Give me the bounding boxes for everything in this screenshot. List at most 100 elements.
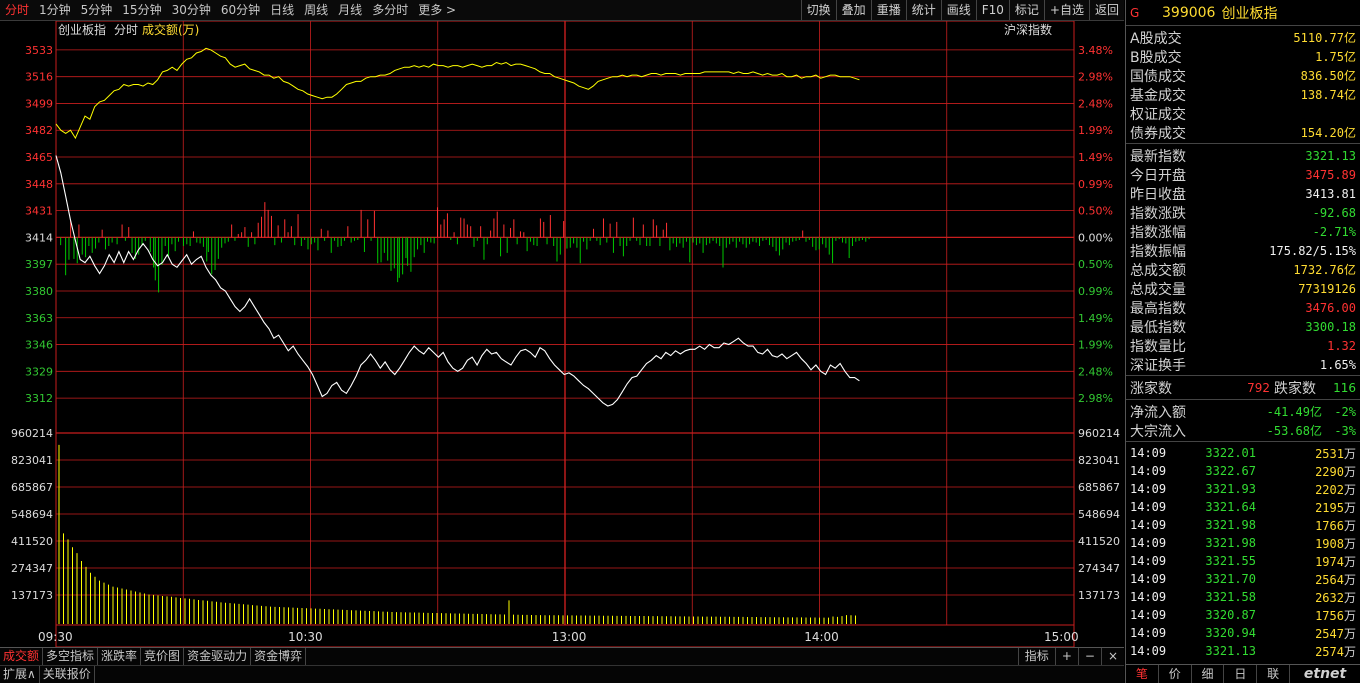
indicator-tab[interactable]: 涨跌率 (98, 648, 142, 665)
quote-panel: G 399006 创业板指 A股成交 5110.77亿 B股成交 1.75亿 国债成交 8… (1125, 0, 1360, 683)
stat-value: 175.82/5.15% (1269, 243, 1356, 258)
volume-tick-label: 685867 (11, 481, 53, 494)
turnover-value: 138.74亿 (1300, 88, 1356, 102)
tick-price: 3321.93 (1205, 482, 1256, 496)
pct-tick-label: 0.50% (1078, 205, 1113, 218)
stat-row: 总成交量 77319126 (1126, 279, 1360, 298)
tick-volume: 2632万 (1256, 589, 1356, 606)
volume-tick-label: 137173 (11, 589, 53, 602)
indicator-tab-list: 成交额 多空指标 涨跌率 竞价图 资金驱动力 资金博弈 (0, 648, 307, 665)
stat-label: 指数量比 (1130, 338, 1186, 355)
tick-time: 14:09 (1130, 518, 1167, 532)
detail-tab[interactable]: 日 (1224, 665, 1258, 683)
period-tab[interactable]: 周线 (299, 0, 333, 21)
tick-volume-value: 2195 (1315, 500, 1344, 515)
tick-volume: 1974万 (1256, 553, 1356, 570)
close-pane-button[interactable]: × (1100, 648, 1124, 665)
period-tab[interactable]: 多分时 (367, 0, 413, 21)
related-quotes-tab[interactable]: 关联报价 (40, 666, 95, 683)
time-label: 15:00 (1044, 630, 1079, 644)
tick-volume-unit: 万 (1343, 518, 1356, 533)
period-tab[interactable]: 5分钟 (76, 0, 118, 21)
toolbar-button[interactable]: F10 (975, 0, 1009, 20)
tick-row: 14:09 3321.64 2195万 (1126, 498, 1360, 516)
intraday-chart[interactable]: 3533 3.48% 3516 2.98% 3499 2.48% 3482 1.99% 3465… (0, 21, 1124, 648)
period-tab[interactable]: 60分钟 (216, 0, 265, 21)
indicator-tab[interactable]: 资金博弈 (251, 648, 307, 665)
period-tab[interactable]: 日线 (265, 0, 299, 21)
stat-value: 77319126 (1298, 281, 1356, 296)
tick-time: 14:09 (1130, 626, 1167, 640)
panel-header: G 399006 创业板指 (1126, 0, 1360, 26)
add-pane-button[interactable]: + (1054, 648, 1078, 665)
indicator-tab[interactable]: 成交额 (0, 648, 44, 665)
tick-price: 3321.55 (1205, 554, 1256, 568)
turnover-value: 154.20亿 (1300, 126, 1356, 140)
indicator-button[interactable]: 指标 (1017, 648, 1055, 665)
indicator-tab[interactable]: 竞价图 (141, 648, 185, 665)
tool-buttons: 切换 叠加 重播 统计 画线 F10 标记 +自选 返回 (800, 0, 1124, 20)
volume-tick-label: 960214 (11, 427, 53, 440)
advance-label: 涨家数 (1130, 381, 1172, 397)
detail-tab[interactable]: 价 (1159, 665, 1192, 683)
pct-tick-label: 2.98% (1078, 392, 1113, 405)
pct-tick-label: 3.48% (1078, 44, 1113, 57)
tick-price: 3320.87 (1205, 608, 1256, 622)
toolbar-button[interactable]: 返回 (1088, 0, 1124, 20)
stat-value: 3300.18 (1305, 319, 1356, 334)
toolbar-button[interactable]: 切换 (800, 0, 836, 20)
tick-list[interactable]: 14:09 3322.01 2531万 14:09 3322.67 2290万 14:09 3… (1126, 442, 1360, 660)
period-tab[interactable]: 30分钟 (167, 0, 216, 21)
tick-volume-unit: 万 (1343, 626, 1356, 641)
tick-row: 14:09 3322.01 2531万 (1126, 444, 1360, 462)
period-tab[interactable]: 1分钟 (34, 0, 76, 21)
tick-volume: 2574万 (1256, 643, 1356, 660)
tick-volume-unit: 万 (1343, 482, 1356, 497)
tick-volume: 1766万 (1256, 517, 1356, 534)
turnover-row: B股成交 1.75亿 (1126, 47, 1360, 66)
toolbar-button[interactable]: 统计 (905, 0, 941, 20)
price-tick-label: 3499 (25, 97, 53, 110)
toolbar-button[interactable]: +自选 (1043, 0, 1089, 20)
toolbar-button[interactable]: 画线 (940, 0, 976, 20)
turnover-row: A股成交 5110.77亿 (1126, 28, 1360, 47)
period-toolbar: 分时 1分钟 5分钟 15分钟 30分钟 60分钟 日线 周线 月线 多分时 更多 > 切换 叠加 重播… (0, 0, 1124, 21)
indicator-tab[interactable]: 资金驱动力 (184, 648, 252, 665)
indicator-tab[interactable]: 多空指标 (43, 648, 99, 665)
tick-volume-value: 1756 (1315, 608, 1344, 623)
shrink-pane-button[interactable]: − (1077, 648, 1101, 665)
toolbar-button[interactable]: 叠加 (835, 0, 871, 20)
volume-tick-label-right: 411520 (1078, 535, 1120, 548)
stat-value: 1732.76亿 (1293, 263, 1356, 277)
tick-row: 14:09 3321.13 2574万 (1126, 642, 1360, 660)
toolbar-button[interactable]: 标记 (1008, 0, 1044, 20)
tick-volume: 1756万 (1256, 607, 1356, 624)
expand-button[interactable]: 扩展∧ (0, 666, 40, 683)
flow-percent: -3% (1334, 423, 1356, 438)
volume-tick-label: 548694 (11, 508, 53, 521)
period-tab[interactable]: 月线 (333, 0, 367, 21)
turnover-row: 债券成交 154.20亿 (1126, 123, 1360, 142)
detail-tab[interactable]: 联 (1257, 665, 1291, 683)
market-turnover-section: A股成交 5110.77亿 B股成交 1.75亿 国债成交 836.50亿 基金成交 138.… (1126, 26, 1360, 144)
period-tab[interactable]: 更多 > (413, 0, 461, 21)
stat-label: 总成交额 (1130, 262, 1186, 279)
period-tab[interactable]: 15分钟 (117, 0, 166, 21)
stat-label: 今日开盘 (1130, 167, 1186, 184)
toolbar-button[interactable]: 重播 (870, 0, 906, 20)
stat-value: -92.68 (1312, 205, 1356, 220)
volume-tick-label-right: 548694 (1078, 508, 1120, 521)
price-tick-label: 3414 (25, 231, 53, 244)
flow-row: 大宗流入 -53.68亿 -3% (1126, 421, 1360, 440)
group-flag: G (1130, 5, 1140, 20)
period-tab[interactable]: 分时 (0, 0, 34, 21)
indicator-controls: 指标 + − × (1017, 648, 1124, 665)
detail-tab[interactable]: 细 (1192, 665, 1225, 683)
tick-price: 3321.13 (1205, 644, 1256, 658)
detail-tab[interactable]: 笔 (1126, 665, 1159, 683)
volume-tick-label-right: 685867 (1078, 481, 1120, 494)
stat-value: 1.65% (1319, 357, 1356, 372)
extension-row: 扩展∧ 关联报价 (0, 665, 1124, 683)
tick-price: 3322.01 (1205, 446, 1256, 460)
index-price-line (55, 155, 860, 407)
